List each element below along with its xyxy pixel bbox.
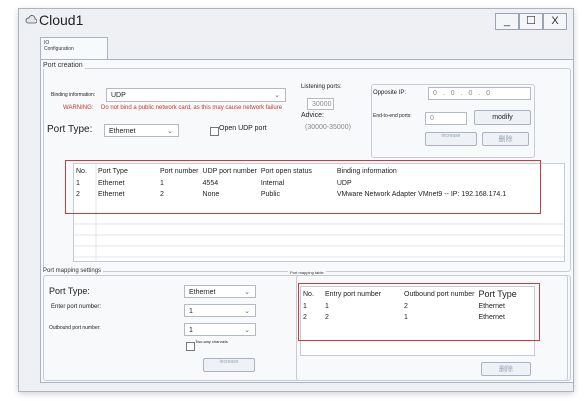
- cell-port-type: Ethernet: [98, 191, 125, 198]
- cell-port-type: Ethernet: [478, 314, 505, 321]
- title-bar: Cloud1 _ ☐ X: [19, 9, 573, 31]
- increase-label: increase: [441, 133, 461, 139]
- binding-value: UDP: [111, 92, 126, 99]
- cell-binding: UDP: [336, 180, 352, 187]
- col-udp-port-number: UDP port number: [202, 167, 257, 175]
- port-mapping-label: Port mapping settings: [41, 268, 104, 274]
- cell-port-type: Ethernet: [478, 303, 505, 310]
- open-udp-label: Open UDP port: [219, 125, 267, 132]
- tab-io-configuration[interactable]: IO Configuration: [40, 37, 108, 59]
- opposite-ip-label: Opposite IP:: [373, 90, 407, 96]
- mapping-port-type-value: Ethernet: [189, 289, 216, 296]
- outbound-port-value: 1: [189, 327, 193, 334]
- chevron-down-icon: ⌄: [167, 128, 173, 135]
- cell-port-number: 2: [160, 191, 164, 198]
- table-row[interactable]: 2 2 1 Ethernet: [301, 312, 534, 323]
- mapping-port-type-select[interactable]: Ethernet ⌄: [184, 285, 256, 298]
- chevron-down-icon: ⌄: [274, 92, 280, 99]
- maximize-button[interactable]: ☐: [519, 13, 543, 30]
- mapping-table-header: No. Entry port number Outbound port numb…: [301, 287, 534, 301]
- entry-port-value: 1: [189, 308, 193, 315]
- table-row[interactable]: 1 Ethernet 1 4554 Internal UDP: [74, 178, 564, 189]
- cell-udp-port: None: [202, 191, 220, 198]
- cell-no: 2: [76, 191, 80, 198]
- mapping-port-type-label: Port Type:: [49, 286, 90, 296]
- end-to-end-input[interactable]: 0: [425, 112, 467, 125]
- window-title: Cloud1: [39, 12, 84, 28]
- increase-button[interactable]: increase: [425, 132, 477, 146]
- mapping-table: No. Entry port number Outbound port numb…: [300, 286, 535, 356]
- warning-text: Do not bind a public network card, as th…: [101, 105, 283, 111]
- cell-binding: VMware Network Adapter VMnet9 -- IP: 192…: [336, 191, 507, 198]
- mapping-increase-button[interactable]: increase: [203, 358, 255, 372]
- modify-button[interactable]: modify: [474, 110, 531, 125]
- app-window: Cloud1 _ ☐ X IO Configuration Port creat…: [18, 8, 574, 392]
- mapping-table-title: Port mapping table: [288, 270, 326, 275]
- col-port-open-status: Port open status: [260, 167, 312, 175]
- cell-open-status: Public: [260, 191, 280, 198]
- advice-value: (30000-35000): [305, 124, 351, 131]
- chevron-down-icon: ⌄: [244, 289, 250, 296]
- two-way-label: Two-way channels: [195, 339, 228, 344]
- minimize-button[interactable]: _: [495, 13, 519, 30]
- end-to-end-label: End-to-end ports:: [373, 113, 412, 119]
- col-outbound-port: Outbound port number: [404, 290, 475, 298]
- delete-button[interactable]: 删除: [482, 132, 529, 146]
- warning-label: WARNING:: [63, 105, 94, 111]
- advice-label: Advice:: [301, 112, 324, 119]
- mapping-table-grid: No. Entry port number Outbound port numb…: [301, 287, 534, 323]
- cell-outbound-port: 1: [404, 314, 408, 321]
- outbound-port-select[interactable]: 1 ⌄: [184, 323, 256, 336]
- cell-outbound-port: 2: [404, 303, 408, 310]
- entry-port-select[interactable]: 1 ⌄: [184, 304, 256, 317]
- chevron-down-icon: ⌄: [244, 308, 250, 315]
- entry-port-label: Enter port number:: [51, 304, 102, 310]
- col-port-type: Port Type: [478, 289, 517, 299]
- cloud-icon: [25, 15, 37, 24]
- listening-port-input[interactable]: 30000: [307, 98, 334, 110]
- port-type-select[interactable]: Ethernet ⌄: [104, 124, 179, 137]
- binding-select[interactable]: UDP ⌄: [106, 88, 286, 102]
- col-no: No.: [303, 290, 314, 298]
- cell-no: 2: [303, 314, 307, 321]
- port-table: No. Port Type Port number UDP port numbe…: [73, 163, 565, 262]
- tab-label-configuration: Configuration: [44, 46, 74, 52]
- cell-entry-port: 1: [325, 303, 329, 310]
- port-creation-label: Port creation: [41, 62, 85, 69]
- col-binding-information: Binding information: [336, 167, 397, 175]
- mapping-delete-button[interactable]: 删除: [481, 362, 531, 376]
- two-way-checkbox[interactable]: [186, 342, 195, 351]
- chevron-down-icon: ⌄: [244, 327, 250, 334]
- opposite-ip-input[interactable]: 0 . 0 . 0 . 0: [428, 87, 531, 100]
- mapping-increase-label: increase: [219, 359, 239, 365]
- close-button[interactable]: X: [543, 13, 567, 30]
- cell-no: 1: [76, 180, 80, 187]
- cell-port-type: Ethernet: [98, 180, 125, 187]
- table-row[interactable]: 2 Ethernet 2 None Public VMware Network …: [74, 189, 564, 200]
- col-entry-port: Entry port number: [325, 290, 382, 298]
- col-port-number: Port number: [160, 167, 199, 175]
- col-port-type: Port Type: [98, 167, 128, 175]
- cell-no: 1: [303, 303, 307, 310]
- configuration-panel: Port creation Binding information: UDP ⌄…: [40, 59, 574, 383]
- cell-port-number: 1: [160, 180, 164, 187]
- cell-open-status: Internal: [260, 180, 285, 187]
- binding-label: Binding information:: [51, 92, 96, 98]
- table-header: No. Port Type Port number UDP port numbe…: [74, 164, 564, 178]
- port-type-value: Ethernet: [109, 128, 136, 135]
- table-row[interactable]: 1 1 2 Ethernet: [301, 301, 534, 312]
- listening-label: Listening ports:: [301, 84, 342, 90]
- open-udp-checkbox[interactable]: [210, 127, 219, 136]
- outbound-port-label: Outbound port number:: [49, 325, 101, 331]
- port-table-grid: No. Port Type Port number UDP port numbe…: [74, 164, 564, 200]
- port-type-label: Port Type:: [47, 124, 93, 135]
- cell-entry-port: 2: [325, 314, 329, 321]
- col-no: No.: [76, 167, 87, 175]
- cell-udp-port: 4554: [202, 180, 219, 187]
